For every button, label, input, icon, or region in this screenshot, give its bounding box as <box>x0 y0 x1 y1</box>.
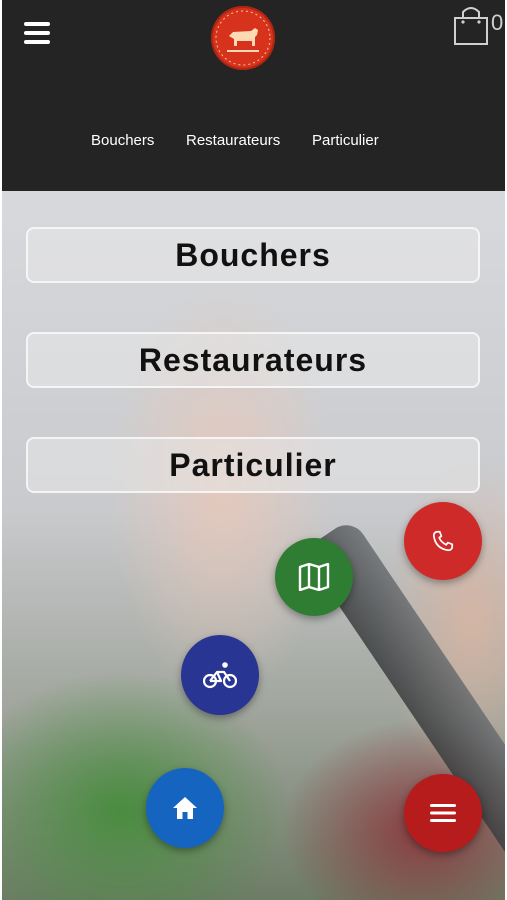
delivery-button[interactable] <box>181 635 259 715</box>
category-button-restaurateurs[interactable]: Restaurateurs <box>26 332 480 388</box>
floating-menu-button[interactable] <box>404 774 482 852</box>
home-button[interactable] <box>146 768 224 848</box>
cart-count: 0 <box>491 10 504 35</box>
call-button[interactable] <box>404 502 482 580</box>
phone-icon <box>432 530 454 552</box>
map-icon <box>298 563 330 591</box>
brand-logo[interactable] <box>211 6 275 70</box>
bicycle-icon <box>203 662 237 689</box>
category-button-bouchers[interactable]: Bouchers <box>26 227 480 283</box>
map-button[interactable] <box>275 538 353 616</box>
category-button-particulier[interactable]: Particulier <box>26 437 480 493</box>
cow-logo-icon <box>215 10 271 66</box>
nav-link-particulier[interactable]: Particulier <box>312 132 379 149</box>
nav-link-bouchers[interactable]: Bouchers <box>91 132 154 149</box>
top-navigation: Bouchers Restaurateurs Particulier <box>0 132 507 156</box>
hamburger-menu-icon[interactable] <box>24 22 50 46</box>
home-icon <box>173 797 197 819</box>
nav-link-restaurateurs[interactable]: Restaurateurs <box>186 132 280 149</box>
cart-bag-icon[interactable] <box>450 4 492 46</box>
menu-icon <box>430 804 456 822</box>
app-header: 0 <box>2 0 505 191</box>
